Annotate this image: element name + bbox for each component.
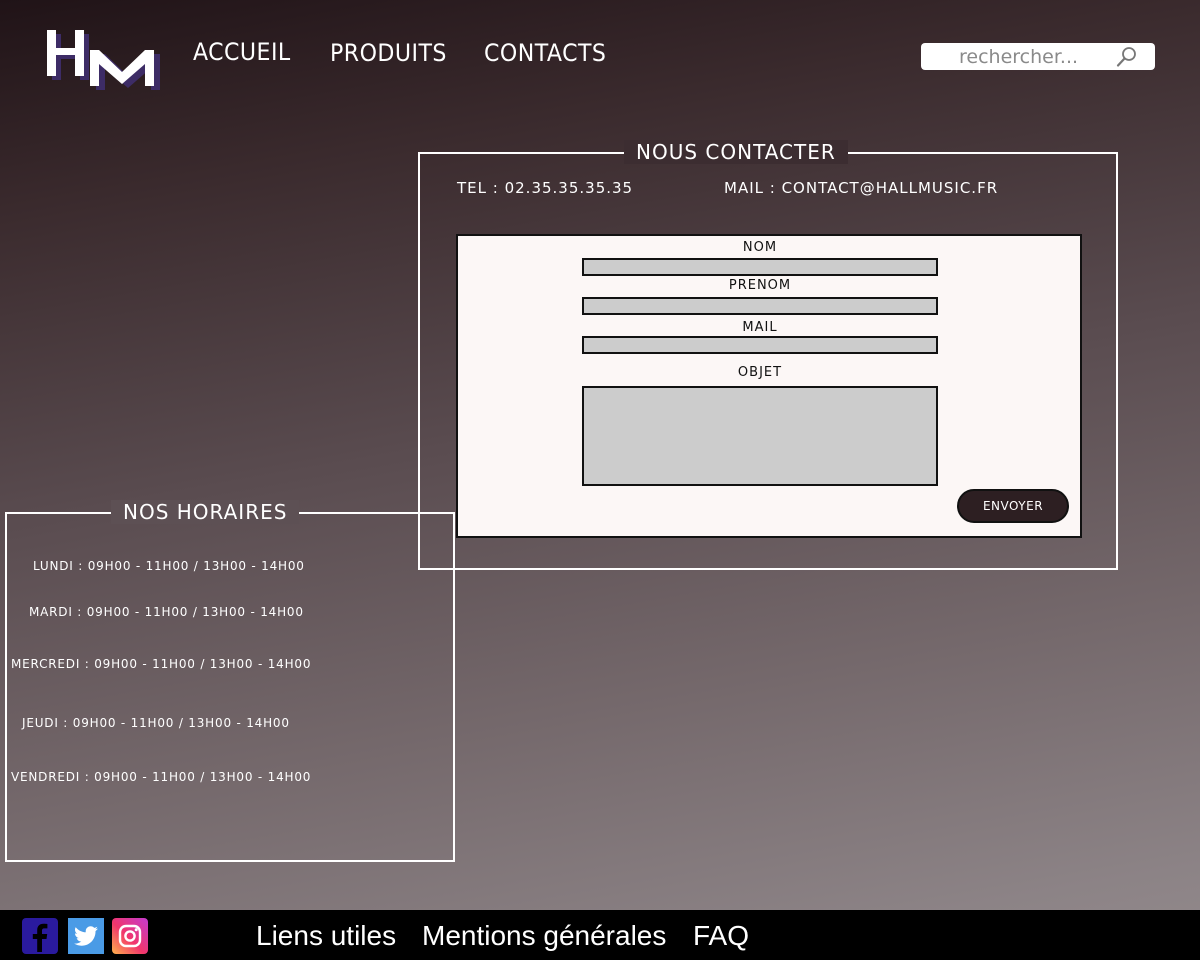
send-button[interactable]: ENVOYER — [957, 489, 1069, 523]
hours-row-vendredi: VENDREDI : 09H00 - 11H00 / 13H00 - 14H00 — [11, 770, 312, 784]
footer-link-liens-utiles[interactable]: Liens utiles — [256, 920, 396, 952]
logo-mark — [47, 30, 160, 90]
hours-row-lundi: LUNDI : 09H00 - 11H00 / 13H00 - 14H00 — [33, 559, 305, 573]
facebook-icon[interactable] — [22, 918, 58, 954]
site-logo[interactable] — [44, 28, 164, 94]
nav-item-produits[interactable]: PRODUITS — [330, 39, 447, 67]
footer: Liens utiles Mentions générales FAQ — [0, 910, 1200, 960]
objet-label: OBJET — [737, 365, 783, 380]
nom-label: NOM — [742, 240, 778, 255]
footer-link-faq[interactable]: FAQ — [693, 920, 749, 952]
search-input[interactable] — [921, 43, 1139, 70]
mail-label: MAIL — [742, 320, 778, 335]
prenom-label: PRENOM — [728, 278, 792, 293]
contact-panel: NOUS CONTACTER TEL : 02.35.35.35.35 MAIL… — [418, 140, 1118, 570]
instagram-icon[interactable] — [112, 918, 148, 954]
nom-field[interactable] — [582, 258, 938, 276]
hours-panel-title: NOS HORAIRES — [111, 500, 300, 524]
contact-panel-title: NOUS CONTACTER — [624, 140, 848, 164]
objet-field[interactable] — [582, 386, 938, 486]
prenom-field[interactable] — [582, 297, 938, 315]
footer-link-mentions[interactable]: Mentions générales — [422, 920, 666, 952]
search-icon[interactable] — [1116, 46, 1138, 68]
contact-form: NOM PRENOM MAIL OBJET ENVOYER — [456, 234, 1082, 538]
nav-item-accueil[interactable]: ACCUEIL — [193, 38, 291, 66]
hours-row-jeudi: JEUDI : 09H00 - 11H00 / 13H00 - 14H00 — [22, 716, 290, 730]
twitter-icon[interactable] — [68, 918, 104, 954]
contact-email: MAIL : CONTACT@HALLMUSIC.FR — [724, 179, 999, 197]
contact-phone: TEL : 02.35.35.35.35 — [457, 179, 634, 197]
search-bar — [921, 43, 1155, 70]
mail-field[interactable] — [582, 336, 938, 354]
nav-item-contacts[interactable]: CONTACTS — [484, 39, 606, 67]
hours-row-mercredi: MERCREDI : 09H00 - 11H00 / 13H00 - 14H00 — [11, 657, 312, 671]
hours-row-mardi: MARDI : 09H00 - 11H00 / 13H00 - 14H00 — [29, 605, 304, 619]
hours-panel: NOS HORAIRES LUNDI : 09H00 - 11H00 / 13H… — [5, 500, 455, 862]
